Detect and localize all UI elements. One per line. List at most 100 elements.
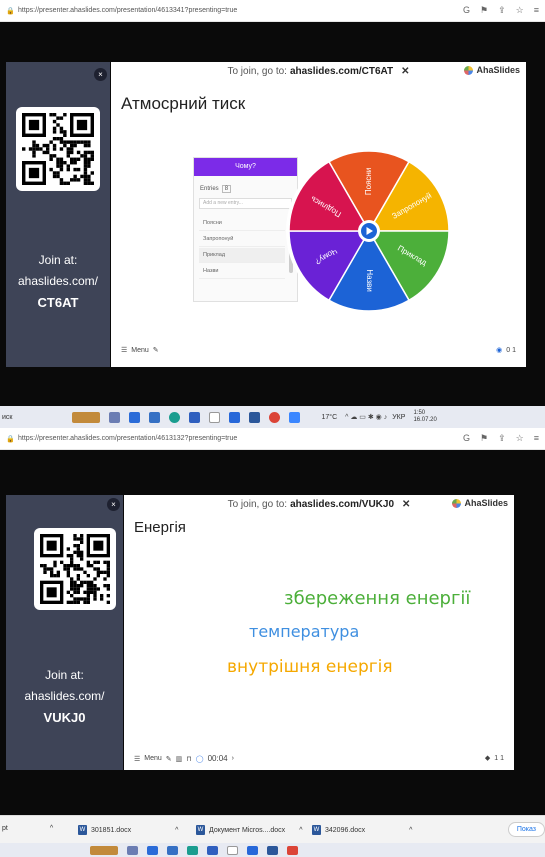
menu-label[interactable]: Menu [144, 755, 162, 762]
close-icon[interactable]: × [107, 498, 120, 511]
word-file-icon: W [78, 825, 87, 835]
audience-icon: ◉ [496, 347, 503, 354]
timer-value[interactable]: 00:04 [208, 754, 228, 763]
windows-taskbar [0, 843, 545, 857]
doc-icon[interactable] [209, 411, 221, 423]
lock-icon: 🔒 [6, 7, 15, 15]
entry-row[interactable]: Назви [199, 264, 285, 279]
qr-code [16, 107, 100, 191]
word-file-icon: W [312, 825, 321, 835]
store-icon[interactable] [149, 411, 161, 423]
clock[interactable]: 1:50 16.07.20 [413, 410, 436, 424]
lock-toggle-icon[interactable]: ⊓ [186, 755, 191, 763]
tray-icons[interactable]: ^ ☁ ▭ ✱ ◉ ♪ [345, 413, 387, 421]
download-item[interactable]: W 301851.docx ^ [78, 825, 178, 835]
chrome-icon[interactable] [287, 845, 298, 855]
taskview-icon[interactable] [127, 845, 138, 855]
slide-title: Енергія [134, 519, 186, 536]
close-banner-icon[interactable]: ✕ [402, 499, 410, 510]
word-icon[interactable] [249, 411, 261, 423]
close-banner-icon[interactable]: ✕ [401, 66, 409, 77]
downloads-bar: pt ^ W 301851.docx ^ W Документ Micros....do… [0, 815, 545, 843]
spin-question-button[interactable]: Чому? [194, 158, 297, 176]
slide-area: To join, go to: ahaslides.com/CT6AT ✕ Ah… [111, 62, 526, 367]
google-icon[interactable]: G [463, 5, 470, 16]
brand-logo: AhaSlides [464, 65, 520, 75]
entry-row[interactable]: Запропонуй [199, 232, 285, 247]
files-icon[interactable] [147, 845, 158, 855]
download-item[interactable]: W 342096.docx ^ [312, 825, 412, 835]
menu-icon[interactable]: ☰ [134, 755, 140, 763]
join-at-label: Join at: [38, 253, 78, 267]
brand-logo: AhaSlides [452, 498, 508, 508]
show-all-button[interactable]: Показ [507, 822, 545, 837]
translate-icon[interactable]: ⚑ [480, 5, 488, 16]
word-icon[interactable] [267, 845, 278, 855]
browser-address-bar[interactable]: 🔒 https://presenter.ahaslides.com/presen… [0, 0, 545, 22]
spinner-wheel[interactable]: ПоясниЗапропонуйПрикладНазвиЧому?Поділис… [284, 146, 454, 316]
edge-icon[interactable] [169, 411, 181, 423]
google-icon[interactable]: G [463, 433, 470, 444]
mail-icon[interactable] [207, 845, 218, 855]
timer-icon[interactable]: ◯ [196, 755, 204, 763]
extensions-icon[interactable]: ≡ [534, 433, 539, 444]
app-icon[interactable] [229, 411, 241, 423]
pen-icon[interactable]: ✎ [166, 755, 172, 763]
chevron-right-icon[interactable]: › [232, 755, 234, 762]
screenshot-top: 🔒 https://presenter.ahaslides.com/presen… [0, 0, 545, 428]
url-text[interactable]: https://presenter.ahaslides.com/presenta… [18, 7, 237, 14]
doc-icon[interactable] [227, 845, 238, 855]
mail-icon[interactable] [189, 411, 201, 423]
menu-icon[interactable]: ☰ [121, 346, 127, 354]
translate-icon[interactable]: ⚑ [480, 433, 488, 444]
files-icon[interactable] [129, 411, 141, 423]
entry-row[interactable]: Приклад [199, 248, 285, 263]
download-item[interactable]: pt ^ [2, 825, 53, 832]
edge-icon[interactable] [187, 845, 198, 855]
share-icon[interactable]: ⇪ [498, 5, 506, 16]
extensions-icon[interactable]: ≡ [534, 5, 539, 16]
entry-row[interactable]: Поясни [199, 216, 285, 231]
pen-icon[interactable]: ✎ [153, 346, 159, 354]
taskview-icon[interactable] [109, 411, 121, 423]
word-cloud-item: збереження енергії [284, 588, 471, 609]
chevron-up-icon: ^ [175, 826, 179, 834]
url-text[interactable]: https://presenter.ahaslides.com/presenta… [18, 435, 237, 442]
ahaslides-logo-icon [464, 65, 474, 75]
app-icon[interactable] [247, 845, 258, 855]
star-icon[interactable]: ☆ [516, 433, 524, 444]
slide-area: To join, go to: ahaslides.com/VUKJ0 ✕ Ah… [124, 495, 514, 770]
menu-label[interactable]: Menu [131, 347, 149, 354]
counters: ◆ 1 1 [484, 754, 504, 763]
add-entry-input[interactable]: Add a new entry... [199, 198, 292, 209]
search-box[interactable]: иск [2, 414, 12, 421]
nature-widget-icon[interactable] [72, 411, 101, 423]
close-icon[interactable]: × [94, 68, 107, 81]
nature-widget-icon[interactable] [90, 845, 118, 855]
lock-icon: 🔒 [6, 435, 15, 443]
store-icon[interactable] [167, 845, 178, 855]
join-link[interactable]: ahaslides.com/VUKJ0 [290, 499, 394, 510]
chevron-up-icon: ^ [409, 826, 413, 834]
wheel-segment-label: Поясни [364, 168, 373, 195]
word-cloud-item: температура [249, 622, 360, 641]
download-item[interactable]: W Документ Micros....docx ^ [196, 825, 302, 835]
share-icon[interactable]: ⇪ [498, 433, 506, 444]
join-code: CT6AT [37, 295, 79, 310]
word-cloud-item: внутрішня енергія [227, 657, 393, 677]
join-code: VUKJ0 [43, 710, 86, 725]
spinner-entries-panel: Чому? Entries 8 Add a new entry... Поясни… [193, 157, 298, 302]
language[interactable]: УКР [392, 414, 405, 421]
join-domain: ahaslides.com/ [24, 689, 105, 703]
menu-bar: ☰ Menu ✎ [121, 346, 159, 355]
chevron-up-icon: ^ [299, 826, 303, 834]
star-icon[interactable]: ☆ [516, 5, 524, 16]
join-sidebar: × Join at: ahaslides.com/ VUKJ0 [6, 495, 123, 770]
audience-icon: ◆ [484, 755, 491, 762]
app2-icon[interactable] [289, 411, 301, 423]
join-link[interactable]: ahaslides.com/CT6AT [290, 66, 393, 77]
chrome-icon[interactable] [269, 411, 281, 423]
browser-address-bar[interactable]: 🔒 https://presenter.ahaslides.com/presen… [0, 428, 545, 450]
weather-text[interactable]: 17°C [321, 414, 337, 421]
chart-icon[interactable]: ▥ [176, 755, 183, 763]
